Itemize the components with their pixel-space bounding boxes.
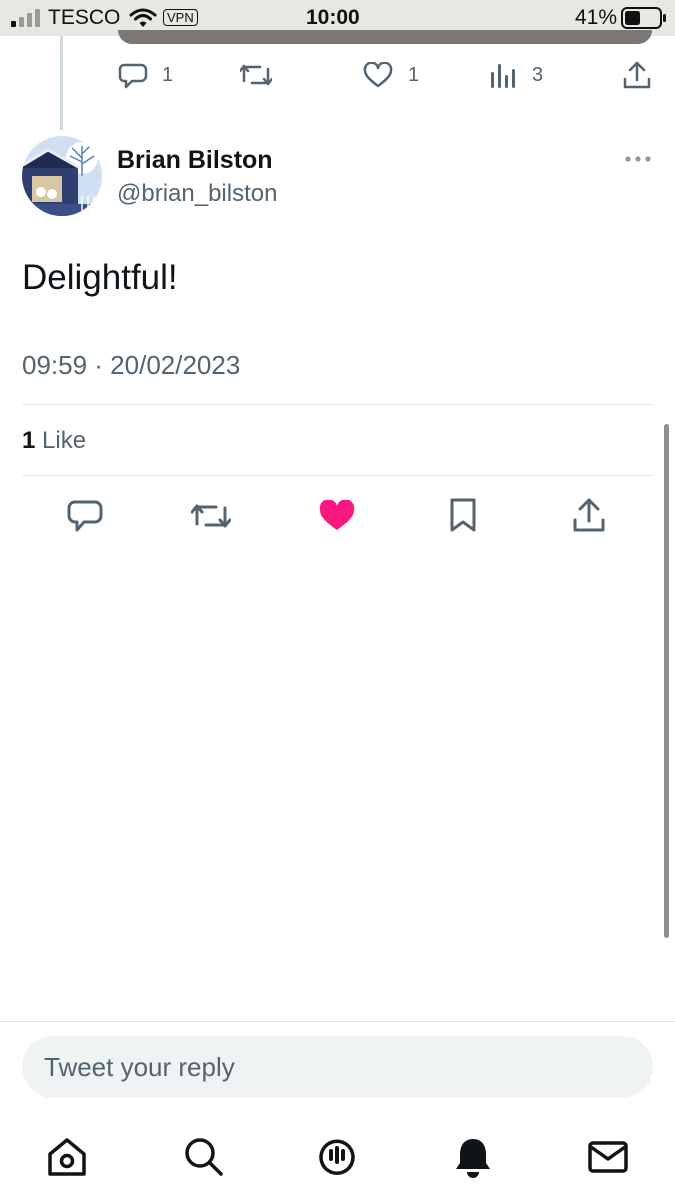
likes-label: Like — [42, 427, 87, 454]
notifications-icon[interactable] — [451, 1135, 495, 1179]
prev-retweet-icon[interactable] — [240, 61, 272, 89]
heart-filled-icon[interactable] — [319, 500, 355, 532]
share-icon[interactable] — [572, 497, 606, 533]
author-name[interactable]: Brian Bilston — [117, 146, 273, 175]
divider — [0, 1021, 675, 1022]
previous-tweet-media[interactable] — [118, 30, 652, 44]
signal-icon — [11, 9, 40, 27]
avatar-illustration — [22, 136, 102, 216]
prev-like-count: 1 — [408, 64, 420, 86]
prev-share-icon[interactable] — [623, 60, 651, 90]
likes-count: 1 — [22, 427, 36, 454]
home-icon[interactable] — [45, 1135, 89, 1179]
reply-input[interactable]: Tweet your reply — [22, 1036, 653, 1098]
scrollbar[interactable] — [664, 424, 669, 938]
divider — [22, 475, 653, 476]
tweet-timestamp[interactable]: 09:59 · 20/02/2023 — [22, 350, 240, 381]
heart-outline-icon — [363, 62, 393, 88]
prev-reply-count: 1 — [162, 64, 174, 86]
carrier-name: TESCO — [48, 6, 121, 29]
search-icon[interactable] — [181, 1135, 225, 1179]
prev-views-count: 3 — [532, 64, 544, 86]
reply-icon — [118, 63, 148, 89]
author-handle[interactable]: @brian_bilston — [117, 180, 277, 208]
messages-icon[interactable] — [586, 1135, 630, 1179]
bookmark-icon[interactable] — [449, 497, 477, 533]
avatar[interactable] — [22, 136, 102, 216]
views-chart-icon — [491, 64, 515, 88]
thread-line — [60, 36, 63, 130]
spaces-icon[interactable] — [315, 1135, 359, 1179]
vpn-badge: VPN — [163, 9, 198, 26]
retweet-icon[interactable] — [191, 500, 231, 532]
reply-placeholder: Tweet your reply — [44, 1052, 235, 1082]
likes-summary[interactable]: 1 Like — [22, 425, 86, 457]
reply-icon[interactable] — [67, 499, 103, 533]
more-options-icon[interactable] — [624, 153, 652, 165]
wifi-icon — [129, 8, 157, 27]
divider — [22, 404, 653, 405]
prev-reply-button[interactable]: 1 — [118, 60, 178, 90]
prev-views-button[interactable]: 3 — [490, 60, 550, 90]
prev-like-button[interactable]: 1 — [363, 60, 423, 90]
like-fill — [319, 500, 355, 530]
battery-icon — [621, 7, 666, 29]
tweet-text: Delightful! — [22, 258, 178, 297]
